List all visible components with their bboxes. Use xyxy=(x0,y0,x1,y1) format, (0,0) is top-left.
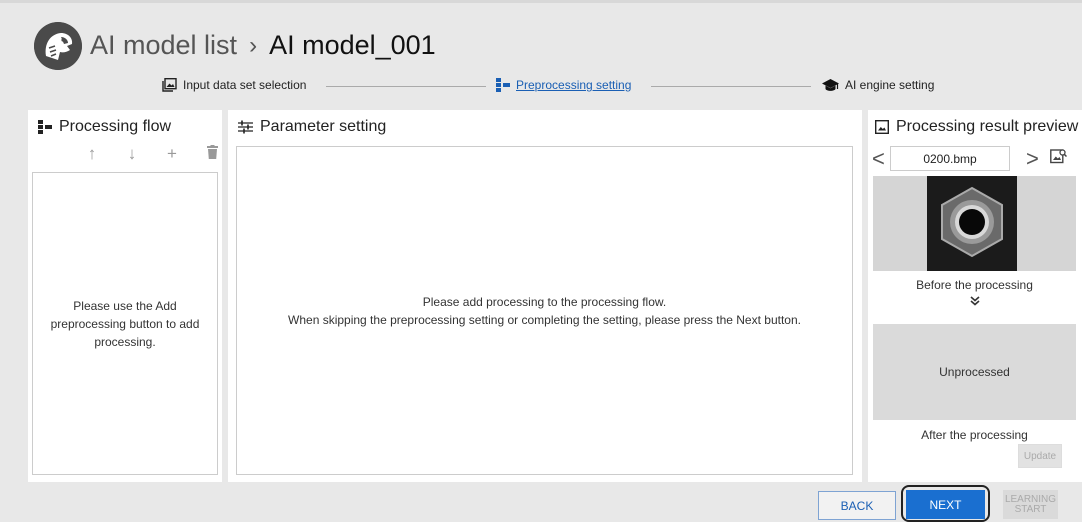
update-button[interactable]: Update xyxy=(1018,444,1062,468)
flow-icon xyxy=(496,78,510,92)
step-label: Input data set selection xyxy=(183,78,307,92)
processing-flow-list[interactable]: Please use the Add preprocessing button … xyxy=(32,172,218,475)
next-button[interactable]: NEXT xyxy=(906,490,985,519)
step-connector xyxy=(326,86,486,87)
graduation-cap-icon xyxy=(822,78,839,91)
empty-flow-message: Please use the Add preprocessing button … xyxy=(50,298,200,349)
step-input-data-set[interactable]: Input data set selection xyxy=(162,78,306,92)
panel-title-text: Processing flow xyxy=(59,118,172,135)
learning-start-label-1: LEARNING xyxy=(1004,493,1057,505)
file-name: 0200.bmp xyxy=(923,151,977,166)
page-title: AI model_001 xyxy=(269,30,436,60)
chevron-down-icon xyxy=(868,293,1081,309)
after-processing-label: After the processing xyxy=(921,428,1028,442)
parameter-message-line2: When skipping the preprocessing setting … xyxy=(288,312,801,327)
step-connector xyxy=(651,86,811,87)
file-name-field[interactable]: 0200.bmp xyxy=(890,146,1010,171)
breadcrumb: AI model list › AI model_001 xyxy=(90,30,436,61)
step-ai-engine[interactable]: AI engine setting xyxy=(822,78,934,92)
breadcrumb-separator: › xyxy=(249,31,258,59)
step-label: AI engine setting xyxy=(845,78,935,92)
open-image-icon[interactable] xyxy=(1050,148,1068,169)
processing-flow-title: Processing flow xyxy=(38,118,171,136)
unprocessed-label: Unprocessed xyxy=(939,365,1010,379)
parameter-setting-area: Please add processing to the processing … xyxy=(236,146,853,475)
processing-flow-panel: Processing flow ↑ ↓ + Please use the Add… xyxy=(28,110,222,482)
parameter-setting-title: Parameter setting xyxy=(238,118,386,136)
top-divider xyxy=(0,0,1082,3)
next-image-button[interactable]: > xyxy=(1026,148,1039,170)
flow-icon xyxy=(38,120,52,134)
eagle-logo-icon xyxy=(34,22,82,70)
image-icon xyxy=(875,120,889,134)
step-label: Preprocessing setting xyxy=(516,78,632,92)
add-processing-icon[interactable]: + xyxy=(163,144,181,164)
trash-icon[interactable] xyxy=(203,144,221,164)
before-processing-image xyxy=(873,176,1076,271)
breadcrumb-ai-model-list[interactable]: AI model list xyxy=(90,30,237,61)
panel-title-text: Parameter setting xyxy=(260,118,387,135)
step-preprocessing[interactable]: Preprocessing setting xyxy=(496,78,631,92)
panel-title-text: Processing result preview xyxy=(896,118,1079,135)
before-processing-label: Before the processing xyxy=(916,278,1033,292)
previous-image-button[interactable]: < xyxy=(872,148,885,170)
move-down-icon[interactable]: ↓ xyxy=(123,144,141,164)
learning-start-label-2: START xyxy=(1014,503,1047,515)
learning-start-button[interactable]: LEARNING START xyxy=(1003,490,1058,519)
sliders-icon xyxy=(238,120,253,134)
back-button[interactable]: BACK xyxy=(818,491,896,520)
move-up-icon[interactable]: ↑ xyxy=(83,144,101,164)
parameter-message-line1: Please add processing to the processing … xyxy=(422,294,667,309)
processing-result-preview-panel: Processing result preview < 0200.bmp > B… xyxy=(868,110,1082,482)
processing-flow-toolbar: ↑ ↓ + xyxy=(83,144,221,164)
after-processing-image: Unprocessed xyxy=(873,324,1076,420)
image-set-icon xyxy=(162,78,177,92)
preview-title: Processing result preview xyxy=(875,118,1078,136)
parameter-setting-panel: Parameter setting Please add processing … xyxy=(228,110,862,482)
